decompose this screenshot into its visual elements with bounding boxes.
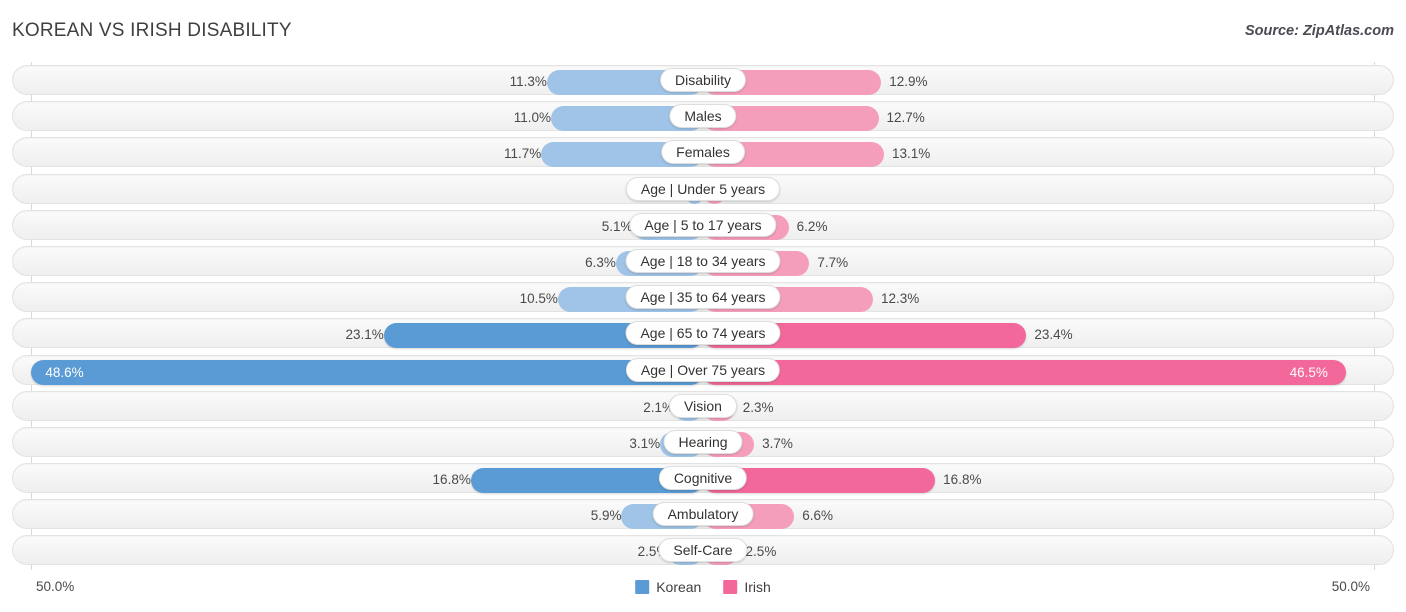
value-label-irish: 46.5% [1289, 364, 1328, 380]
chart-footer: 50.0% Korean Irish 50.0% [0, 570, 1406, 612]
chart-header: KOREAN VS IRISH DISABILITY Source: ZipAt… [0, 0, 1406, 62]
chart-row: 2.5% 2.5% Self-Care [0, 532, 1406, 568]
source-attribution: Source: ZipAtlas.com [1244, 23, 1394, 39]
chart-row: 6.3% 7.7% Age | 18 to 34 years [0, 243, 1406, 279]
row-category-label: Age | 65 to 74 years [625, 321, 781, 346]
value-label-korean: 48.6% [45, 364, 84, 380]
value-label-irish: 23.4% [1034, 327, 1073, 343]
value-label-irish: 2.5% [745, 544, 777, 560]
legend-item-korean[interactable]: Korean [635, 579, 701, 595]
chart-row: 3.1% 3.7% Hearing [0, 424, 1406, 460]
row-category-label: Age | 5 to 17 years [629, 212, 777, 237]
value-label-irish: 12.3% [880, 291, 920, 307]
value-label-korean: 11.7% [504, 146, 542, 162]
chart-row: 23.1% 23.4% Age | 65 to 74 years [0, 315, 1406, 351]
legend-label-korean: Korean [656, 579, 702, 595]
value-label-irish: 13.1% [892, 146, 931, 162]
row-category-label: Self-Care [658, 538, 748, 563]
bar-korean [31, 359, 703, 385]
chart-row: 11.0% 12.7% Males [0, 98, 1406, 134]
axis-label-right: 50.0% [1331, 579, 1370, 594]
chart-row: 5.9% 6.6% Ambulatory [0, 496, 1406, 532]
value-label-irish: 6.6% [802, 508, 833, 524]
row-category-label: Disability [659, 68, 747, 92]
bar-irish [703, 359, 1346, 385]
value-label-korean: 5.9% [590, 508, 622, 524]
value-label-korean: 11.0% [513, 110, 551, 126]
axis-label-left: 50.0% [36, 579, 75, 594]
value-label-korean: 11.3% [509, 74, 547, 89]
legend-label-irish: Irish [744, 579, 771, 595]
chart-plot-area: 11.3% 12.9% Disability 11.0% 12.7% Males 11.7%… [0, 62, 1406, 570]
legend-swatch-irish [723, 580, 738, 594]
row-category-label: Females [661, 140, 745, 165]
chart-legend: Korean Irish [635, 579, 771, 595]
value-label-korean: 5.1% [601, 218, 633, 234]
page-title: KOREAN VS IRISH DISABILITY [12, 20, 292, 41]
value-label-irish: 7.7% [817, 254, 849, 270]
value-label-korean: 3.1% [629, 435, 661, 451]
value-label-irish: 6.2% [796, 218, 828, 234]
chart-row: 1.2%1.7%Age | Under 5 years [0, 171, 1406, 207]
row-category-label: Males [669, 104, 737, 129]
value-label-irish: 3.7% [762, 435, 793, 451]
value-label-irish: 12.7% [886, 110, 925, 126]
value-label-korean: 6.3% [585, 254, 616, 270]
row-category-label: Age | 35 to 64 years [625, 285, 781, 310]
row-category-label: Cognitive [658, 466, 748, 491]
value-label-irish: 12.9% [889, 74, 928, 89]
row-category-label: Age | 18 to 34 years [625, 248, 781, 273]
row-category-label: Age | Over 75 years [625, 357, 781, 382]
row-category-label: Vision [669, 393, 737, 418]
chart-row: 16.8% 16.8% Cognitive [0, 460, 1406, 496]
chart-row: 2.1% 2.3% Vision [0, 388, 1406, 424]
chart-row: 48.6% 46.5% Age | Over 75 years [0, 352, 1406, 388]
value-label-korean: 16.8% [432, 472, 471, 488]
row-category-label: Ambulatory [652, 502, 754, 527]
value-label-korean: 10.5% [519, 291, 558, 307]
legend-item-irish[interactable]: Irish [723, 579, 771, 595]
chart-row: 5.1% 6.2% Age | 5 to 17 years [0, 207, 1406, 243]
value-label-irish: 2.3% [742, 399, 774, 415]
chart-row: 11.3% 12.9% Disability [0, 62, 1406, 98]
chart-row: 10.5% 12.3% Age | 35 to 64 years [0, 279, 1406, 315]
chart-page: KOREAN VS IRISH DISABILITY Source: ZipAt… [0, 0, 1406, 612]
chart-row: 11.7% 13.1% Females [0, 134, 1406, 170]
value-label-irish: 16.8% [943, 472, 982, 488]
row-category-label: Age | Under 5 years [625, 176, 781, 201]
value-label-korean: 23.1% [345, 327, 384, 343]
row-category-label: Hearing [663, 429, 743, 454]
legend-swatch-korean [635, 580, 650, 594]
